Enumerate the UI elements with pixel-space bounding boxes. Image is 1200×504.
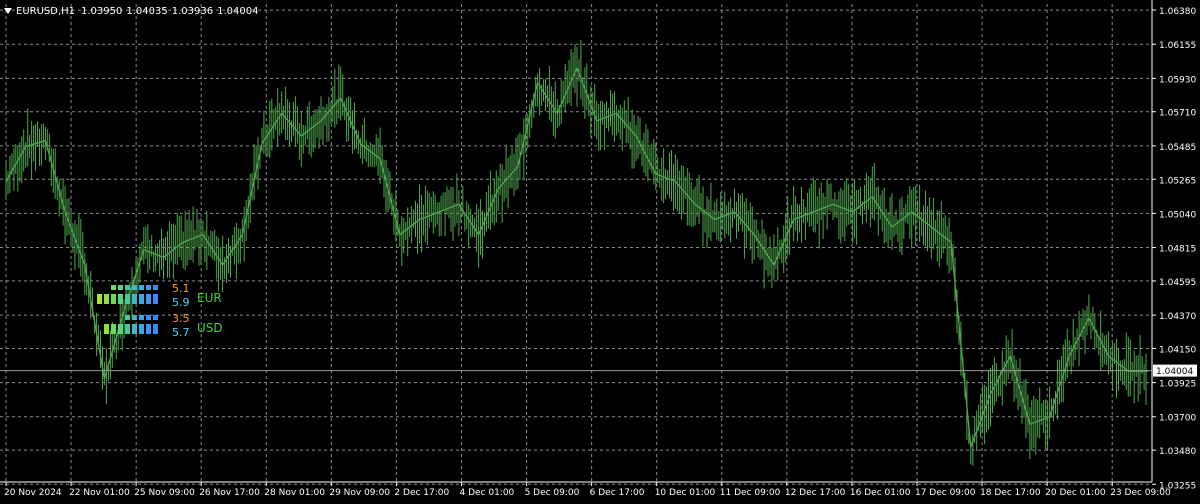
strength-cell xyxy=(125,324,130,334)
strength-cell xyxy=(118,324,123,334)
y-tick-label: 1.03480 xyxy=(1159,447,1196,457)
strength-cell xyxy=(97,294,102,304)
strength-cell xyxy=(139,294,144,304)
symbol-header[interactable]: EURUSD,H1 1.03950 1.04035 1.03936 1.0400… xyxy=(4,4,262,18)
x-tick-label: 22 Nov 01:00 xyxy=(69,488,130,498)
strength-cell xyxy=(132,285,137,290)
strength-cell xyxy=(139,324,144,334)
strength-cell xyxy=(111,324,116,334)
y-tick-label: 1.04150 xyxy=(1159,345,1196,355)
strength-cell xyxy=(125,315,130,320)
strength-value: 5.1 xyxy=(172,282,190,295)
symbol-name: EURUSD,H1 xyxy=(16,5,76,17)
strength-cell xyxy=(146,315,151,320)
y-tick-label: 1.06380 xyxy=(1159,7,1196,17)
price-chart[interactable]: 1.06380 1.06155 1.05930 1.05710 1.05485 1.052… xyxy=(0,0,1200,500)
strength-value: 5.7 xyxy=(172,326,190,339)
strength-value: 3.5 xyxy=(172,312,190,325)
x-tick-label: 6 Dec 17:00 xyxy=(590,488,645,498)
x-tick-label: 28 Nov 01:00 xyxy=(264,488,325,498)
strength-cell xyxy=(153,294,158,304)
strength-cell xyxy=(153,324,158,334)
x-tick-label: 25 Nov 09:00 xyxy=(134,488,195,498)
x-tick-label: 20 Nov 2024 xyxy=(4,488,62,498)
x-tick-label: 4 Dec 01:00 xyxy=(459,488,514,498)
x-tick-label: 16 Dec 01:00 xyxy=(850,488,911,498)
strength-cell xyxy=(146,285,151,290)
y-tick-label: 1.03925 xyxy=(1159,380,1196,390)
open-price: 1.03950 xyxy=(81,5,123,17)
x-tick-label: 17 Dec 09:00 xyxy=(915,488,976,498)
strength-cell xyxy=(139,285,144,290)
strength-cell xyxy=(125,294,130,304)
strength-currency-label: EUR xyxy=(197,291,222,305)
x-tick-label: 18 Dec 17:00 xyxy=(980,488,1041,498)
strength-cell xyxy=(132,294,137,304)
y-tick-label: 1.05930 xyxy=(1159,75,1196,85)
strength-cell xyxy=(153,285,158,290)
y-tick-label: 1.05040 xyxy=(1159,210,1196,220)
strength-cell xyxy=(125,285,130,290)
x-tick-label: 10 Dec 01:00 xyxy=(655,488,716,498)
strength-cell xyxy=(111,285,116,290)
strength-cell xyxy=(146,294,151,304)
y-tick-label: 1.05710 xyxy=(1159,109,1196,119)
strength-cell xyxy=(146,324,151,334)
y-tick-label: 1.04815 xyxy=(1159,245,1196,255)
strength-cell xyxy=(118,285,123,290)
low-price: 1.03936 xyxy=(171,5,214,17)
y-tick-label: 1.03700 xyxy=(1159,414,1196,424)
y-tick-label: 1.06155 xyxy=(1159,41,1196,51)
chart-window[interactable]: 1.06380 1.06155 1.05930 1.05710 1.05485 1.052… xyxy=(0,0,1200,500)
strength-cell xyxy=(139,315,144,320)
strength-currency-label: USD xyxy=(197,321,223,335)
x-tick-label: 20 Dec 01:00 xyxy=(1045,488,1106,498)
x-tick-label: 23 Dec 09:00 xyxy=(1110,488,1171,498)
strength-cell xyxy=(104,324,109,334)
strength-cell xyxy=(111,294,116,304)
dropdown-triangle-icon[interactable] xyxy=(4,8,12,14)
strength-cell xyxy=(104,294,109,304)
high-price: 1.04035 xyxy=(126,5,168,17)
strength-value: 5.9 xyxy=(172,296,190,309)
x-tick-label: 26 Nov 17:00 xyxy=(199,488,260,498)
x-tick-label: 11 Dec 09:00 xyxy=(720,488,781,498)
y-tick-label: 1.05485 xyxy=(1159,143,1196,153)
x-tick-label: 29 Nov 09:00 xyxy=(329,488,390,498)
strength-cell xyxy=(153,315,158,320)
strength-cell xyxy=(132,324,137,334)
current-price-label: 1.04004 xyxy=(1156,367,1193,377)
x-tick-label: 2 Dec 17:00 xyxy=(394,488,449,498)
y-tick-label: 1.04370 xyxy=(1159,312,1196,322)
close-price: 1.04004 xyxy=(217,5,259,17)
y-tick-label: 1.05265 xyxy=(1159,176,1196,186)
x-tick-label: 5 Dec 09:00 xyxy=(525,488,580,498)
strength-cell xyxy=(118,294,123,304)
y-tick-label: 1.04595 xyxy=(1159,278,1196,288)
strength-cell xyxy=(132,315,137,320)
chart-background xyxy=(0,0,1200,500)
x-tick-label: 12 Dec 17:00 xyxy=(785,488,846,498)
